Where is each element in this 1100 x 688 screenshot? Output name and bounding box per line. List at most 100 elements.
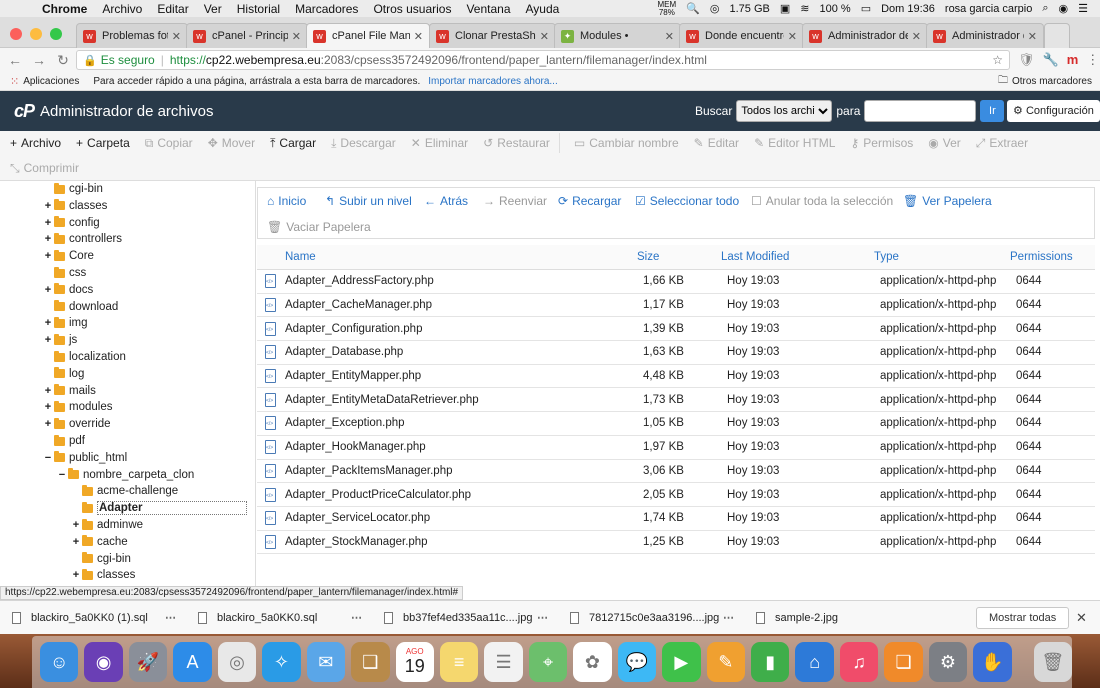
table-row[interactable]: Adapter_EntityMapper.php 4,48 KB Hoy 19:03… [257, 365, 1095, 389]
keynote-icon[interactable]: ⌂ [795, 642, 834, 682]
menu-marcadores[interactable]: Marcadores [295, 2, 358, 16]
forward-icon[interactable]: → [30, 52, 48, 68]
header-type[interactable]: Type [874, 251, 1010, 263]
tree-folder-adminwe[interactable]: + adminwe [71, 517, 143, 533]
browser-tab[interactable]: w cPanel - Principal ✕ [186, 23, 308, 48]
wifi-icon[interactable]: ≋ [800, 2, 809, 15]
close-downloads-icon[interactable]: ✕ [1076, 610, 1087, 626]
browser-tab[interactable]: ✦ Modules • ✕ [554, 23, 681, 48]
download-options-icon[interactable]: ⋯ [537, 611, 548, 624]
wrench-extension-icon[interactable]: 🔧 [1043, 52, 1059, 68]
maps-icon[interactable]: ⌖ [528, 642, 568, 682]
show-all-downloads-button[interactable]: Mostrar todas [976, 607, 1070, 629]
extension-icon[interactable]: 🛡 [1018, 52, 1035, 68]
toolbar-archivo-button[interactable]: + Archivo [10, 136, 61, 150]
browser-tab[interactable]: w Administrador de ✕ [926, 23, 1044, 48]
tree-folder-img[interactable]: + img [43, 315, 88, 331]
collapse-icon[interactable]: − [43, 452, 53, 464]
table-row[interactable]: Adapter_StockManager.php 1,25 KB Hoy 19:03… [257, 531, 1095, 555]
toolbar-copiar-button[interactable]: ⧉ Copiar [145, 136, 193, 151]
tree-folder-js[interactable]: + js [43, 332, 77, 348]
reminders-icon[interactable]: ☰ [484, 642, 523, 682]
menu-extra-icon[interactable]: ▣ [780, 2, 790, 15]
toolbar-carpeta-button[interactable]: + Carpeta [76, 136, 130, 150]
toolbar-descargar-button[interactable]: ⤓ Descargar [331, 136, 396, 151]
action-inicio-button[interactable]: ⌂ Inicio [267, 194, 306, 208]
expand-icon[interactable]: + [43, 233, 53, 245]
close-tab-icon[interactable]: ✕ [292, 30, 301, 43]
action-anular-toda-la-selección-button[interactable]: ☐ Anular toda la selección [751, 194, 893, 208]
siri-icon[interactable]: ◉ [84, 642, 123, 682]
other-bookmarks[interactable]: 🗀 Otros marcadores [998, 73, 1092, 90]
music-icon[interactable]: ♫ [839, 642, 879, 682]
tree-folder-log[interactable]: log [43, 366, 84, 382]
action-vaciar-papelera-button[interactable]: 🗑 Vaciar Papelera [267, 220, 371, 234]
expand-icon[interactable]: + [71, 536, 81, 548]
table-row[interactable]: Adapter_ServiceLocator.php 1,74 KB Hoy 19:… [257, 507, 1095, 531]
menu-ventana[interactable]: Ventana [466, 2, 510, 16]
toolbar-comprimir-button[interactable]: ⤡ Comprimir [10, 161, 79, 176]
spotlight-icon[interactable]: ⌕ [1042, 2, 1048, 15]
menu-chrome[interactable]: Chrome [42, 2, 87, 16]
toolbar-cargar-button[interactable]: ⤒ Cargar [270, 136, 316, 151]
download-item[interactable]: sample-2.jpg [744, 611, 930, 624]
mail-icon[interactable]: ✉ [306, 642, 346, 682]
action-seleccionar-todo-button[interactable]: ☑ Seleccionar todo [635, 194, 739, 208]
expand-icon[interactable]: + [71, 519, 81, 531]
clock[interactable]: Dom 19:36 [881, 3, 935, 15]
menu-otros-usuarios[interactable]: Otros usuarios [373, 2, 451, 16]
mem-indicator[interactable]: MEM 78% [658, 0, 677, 17]
table-row[interactable]: Adapter_HookManager.php 1,97 KB Hoy 19:03 a… [257, 436, 1095, 460]
browser-tab[interactable]: w Problemas fotos c ✕ [76, 23, 188, 48]
toolbar-editor-html-button[interactable]: ✎ Editor HTML [754, 136, 835, 150]
table-row[interactable]: Adapter_CacheManager.php 1,17 KB Hoy 19:03… [257, 294, 1095, 318]
table-row[interactable]: Adapter_EntityMetaDataRetriever.php 1,73 … [257, 388, 1095, 413]
tree-folder-public_html[interactable]: − public_html [43, 450, 127, 466]
toolbar-permisos-button[interactable]: ⚷ Permisos [850, 136, 913, 150]
tree-folder-classes[interactable]: + classes [71, 567, 135, 583]
download-options-icon[interactable]: ⋯ [165, 611, 176, 624]
url-field[interactable]: 🔒 Es seguro | https://cp22.webempresa.eu… [76, 50, 1010, 70]
tree-folder-cache[interactable]: + cache [71, 534, 128, 550]
expand-icon[interactable]: + [43, 385, 53, 397]
magnify-icon[interactable]: 🔍 [686, 2, 700, 15]
collapse-icon[interactable]: − [57, 469, 67, 481]
messages-icon[interactable]: 💬 [617, 642, 657, 682]
toolbar-restaurar-button[interactable]: ↺ Restaurar [483, 136, 550, 150]
table-row[interactable]: Adapter_ProductPriceCalculator.php 2,05 K… [257, 483, 1095, 507]
toolbar-cambiar-nombre-button[interactable]: ▭ Cambiar nombre [574, 136, 679, 150]
tree-folder-controllers[interactable]: + controllers [43, 231, 122, 247]
tree-folder-override[interactable]: + override [43, 416, 111, 432]
toolbar-mover-button[interactable]: ✥ Mover [208, 136, 255, 150]
menu-ver[interactable]: Ver [204, 2, 222, 16]
system-preferences-icon[interactable]: ⚙ [928, 642, 968, 682]
tree-folder-modules[interactable]: + modules [43, 399, 112, 415]
table-row[interactable]: Adapter_PackItemsManager.php 3,06 KB Hoy 1… [257, 460, 1095, 484]
expand-icon[interactable]: + [43, 217, 53, 229]
bookmark-apps[interactable]: Aplicaciones [23, 76, 79, 87]
disk-icon[interactable]: ◎ [710, 2, 720, 15]
action-atrás-button[interactable]: ← Atrás [424, 194, 468, 208]
photos-icon[interactable]: ✿ [573, 642, 612, 682]
siri-menu-icon[interactable]: ◉ [1059, 2, 1069, 15]
tree-folder-pdf[interactable]: pdf [43, 433, 85, 449]
m-extension-icon[interactable]: m [1067, 52, 1079, 68]
download-item[interactable]: blackiro_5a0KK0.sql ⋯ [186, 611, 372, 624]
user-name[interactable]: rosa garcia carpio [945, 3, 1032, 15]
tree-folder-acme-challenge[interactable]: acme-challenge [71, 483, 178, 499]
tree-folder-adapter[interactable]: Adapter [71, 500, 247, 516]
tree-folder-nombre_carpeta_clon[interactable]: − nombre_carpeta_clon [57, 467, 194, 483]
chrome-menu-icon[interactable]: ⋮ [1086, 52, 1099, 68]
expand-icon[interactable]: + [43, 334, 53, 346]
close-tab-icon[interactable]: ✕ [912, 30, 921, 43]
action-subir-un-nivel-button[interactable]: ↰ Subir un nivel [325, 194, 412, 208]
disk-space[interactable]: 1.75 GB [730, 3, 770, 15]
download-item[interactable]: blackiro_5a0KK0 (1).sql ⋯ [0, 611, 186, 624]
bookmark-star-icon[interactable]: ☆ [992, 53, 1003, 67]
close-window-button[interactable] [10, 28, 22, 40]
header-size[interactable]: Size [637, 251, 721, 263]
close-tab-icon[interactable]: ✕ [1028, 30, 1037, 43]
apps-grid-icon[interactable]: ⁙ [10, 75, 19, 88]
expand-icon[interactable]: + [71, 569, 81, 581]
settings-button[interactable]: ⚙ Configuración [1007, 100, 1100, 122]
